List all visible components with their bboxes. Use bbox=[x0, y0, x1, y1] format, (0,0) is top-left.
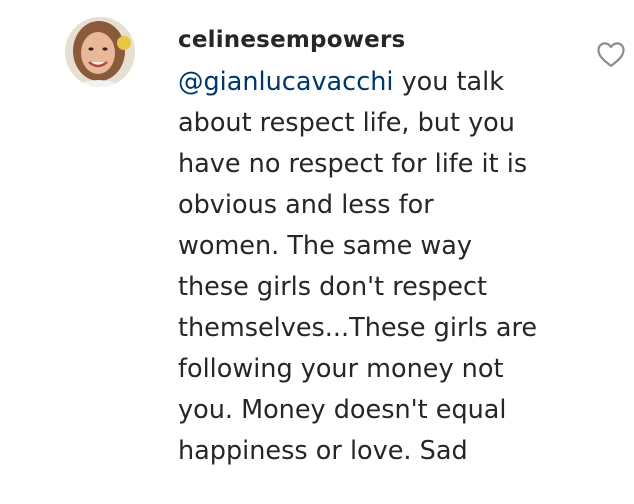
comment-line: themselves...These girls are bbox=[178, 313, 538, 343]
comment-text: @gianlucavacchi you talk about respect l… bbox=[178, 62, 578, 472]
comment-line: have no respect for life it is bbox=[178, 149, 528, 179]
avatar-photo bbox=[65, 17, 135, 87]
comment-line: you. Money doesn't equal bbox=[178, 395, 507, 425]
like-button[interactable] bbox=[596, 40, 626, 68]
comment-line-text: you talk bbox=[393, 67, 505, 97]
mention-link[interactable]: @gianlucavacchi bbox=[178, 67, 393, 97]
comment-line: happiness or love. Sad bbox=[178, 436, 468, 466]
comment-line: about respect life, but you bbox=[178, 108, 515, 138]
comment-line: women. The same way bbox=[178, 231, 473, 261]
comment-line: these girls don't respect bbox=[178, 272, 488, 302]
comment-line: obvious and less for bbox=[178, 190, 434, 220]
comment-line: @gianlucavacchi you talk bbox=[178, 62, 578, 103]
avatar[interactable] bbox=[65, 17, 135, 87]
comment-username[interactable]: celinesempowers bbox=[178, 24, 405, 56]
comment-line: following your money not bbox=[178, 354, 504, 384]
heart-outline-icon bbox=[597, 42, 625, 67]
comment-item: celinesempowers @gianlucavacchi you talk… bbox=[0, 0, 634, 504]
